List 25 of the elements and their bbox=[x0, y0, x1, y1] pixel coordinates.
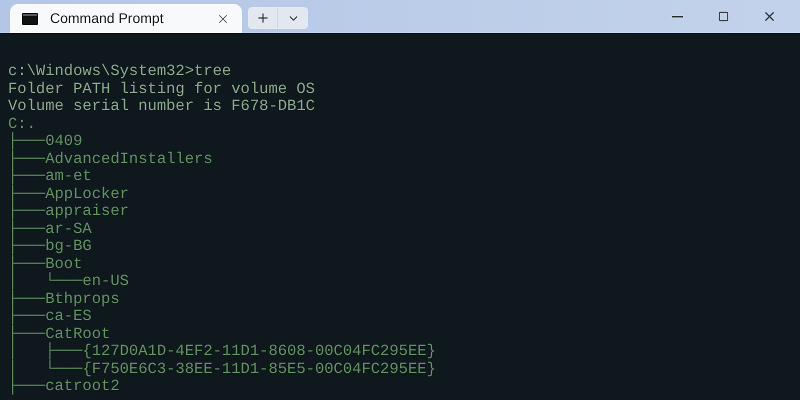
terminal-line: ├───AdvancedInstallers bbox=[8, 150, 213, 168]
terminal-line: │ └───{F750E6C3-38EE-11D1-85E5-00C04FC295EE} bbox=[8, 360, 436, 378]
terminal-line: ├───AppLocker bbox=[8, 186, 129, 203]
terminal-line: c:\Windows\System32>tree bbox=[8, 63, 232, 80]
terminal-line: C:. bbox=[8, 116, 36, 132]
terminal-line: Folder PATH listing for volume OS bbox=[8, 80, 315, 98]
terminal-line: │ └───en-US bbox=[8, 273, 129, 290]
tab[interactable]: Command Prompt bbox=[10, 4, 242, 33]
tab-title: Command Prompt bbox=[50, 9, 165, 28]
terminal-line: ├───Boot bbox=[8, 256, 82, 273]
terminal-line: │ ├───{127D0A1D-4EF2-11D1-8608-00C04FC295EE} bbox=[8, 343, 436, 360]
terminal-line: ├───ar-SA bbox=[8, 220, 92, 238]
terminal-line: ├───appraiser bbox=[8, 203, 129, 220]
terminal-icon bbox=[22, 12, 38, 24]
plus-icon bbox=[256, 11, 270, 25]
terminal-line: ├───Bthprops bbox=[8, 290, 120, 308]
terminal-line: ├───am-et bbox=[8, 168, 92, 185]
terminal-line: Volume serial number is F678-DB1C bbox=[8, 98, 315, 116]
terminal-line: ├───ca-ES bbox=[8, 308, 92, 325]
terminal-line: ├───0409 bbox=[8, 133, 82, 150]
terminal-line: ├───catroot2 bbox=[8, 378, 120, 396]
terminal-line: ├───bg-BG bbox=[8, 238, 92, 255]
terminal-line: ├───CatRoot bbox=[8, 326, 110, 343]
minimize-icon bbox=[672, 16, 682, 18]
maximize-icon bbox=[718, 11, 728, 22]
